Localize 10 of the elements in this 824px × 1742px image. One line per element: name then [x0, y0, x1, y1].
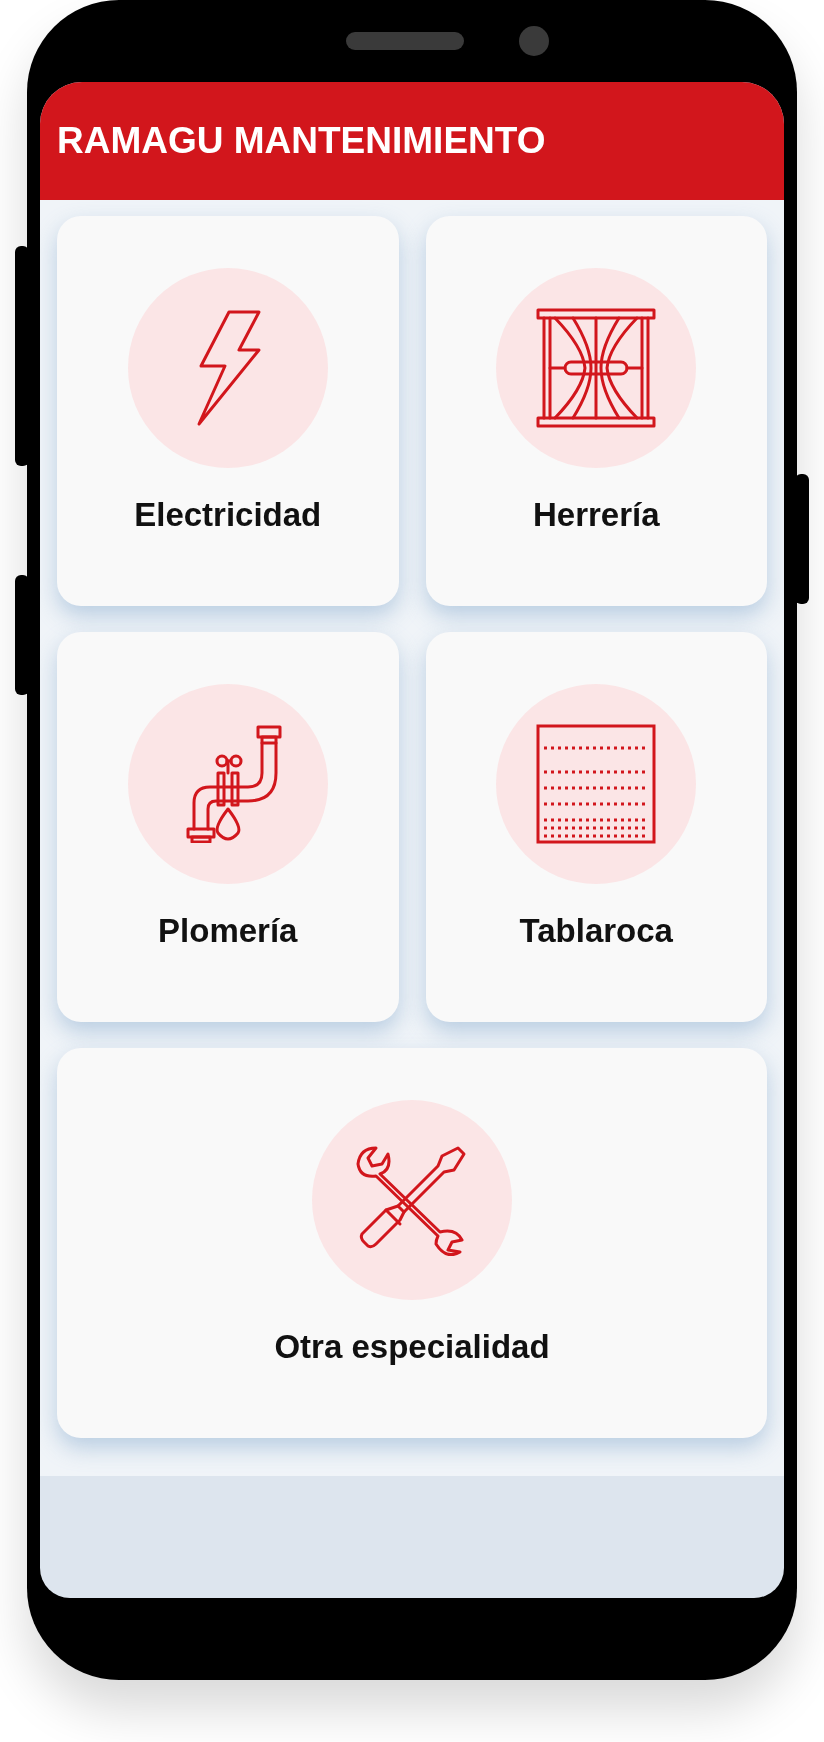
gate-icon: [535, 307, 658, 429]
front-camera: [518, 26, 549, 56]
category-card[interactable]: Tablaroca: [425, 632, 767, 1022]
category-card[interactable]: Electricidad: [57, 216, 399, 606]
category-card[interactable]: Otra especialidad: [57, 1048, 767, 1438]
wrench-screwdriver-icon: [356, 1144, 468, 1256]
panel-icon: [536, 724, 657, 844]
category-card[interactable]: Herrería: [425, 216, 767, 606]
app-title: RAMAGU MANTENIMIENTO: [57, 120, 546, 162]
category-card[interactable]: Plomería: [57, 632, 399, 1022]
